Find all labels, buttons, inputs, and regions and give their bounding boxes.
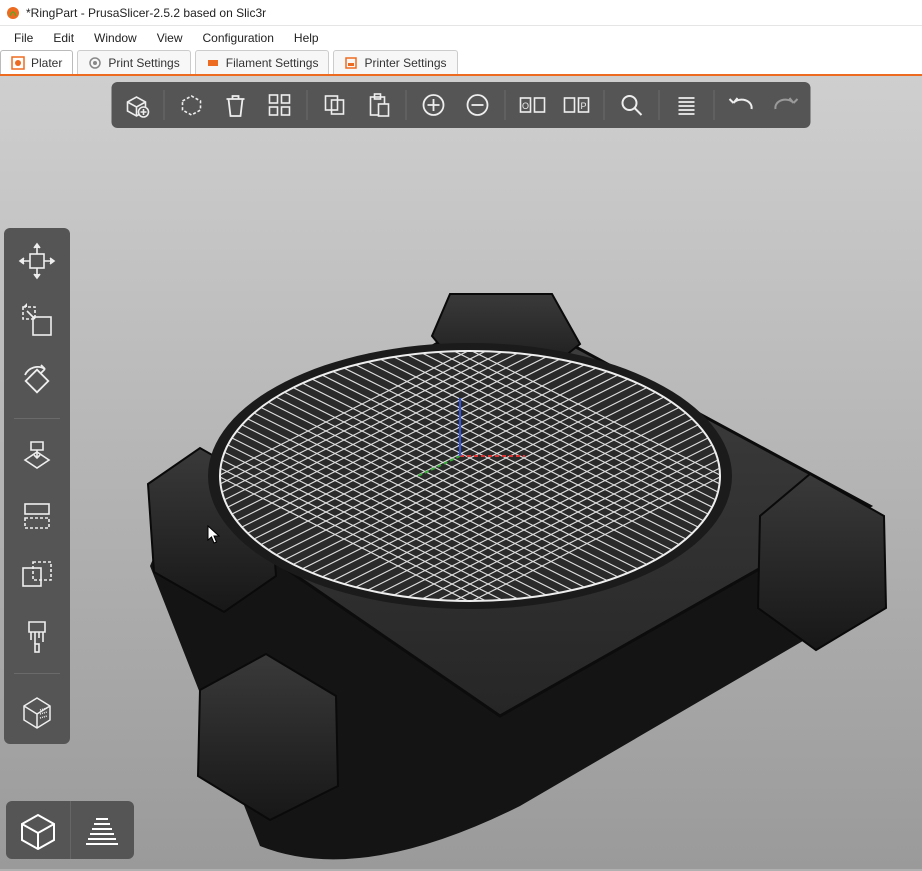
- menu-edit[interactable]: Edit: [43, 29, 84, 47]
- separator: [164, 90, 165, 120]
- menubar: File Edit Window View Configuration Help: [0, 26, 922, 50]
- tab-printer-settings-label: Printer Settings: [364, 56, 446, 70]
- titlebar: *RingPart - PrusaSlicer-2.5.2 based on S…: [0, 0, 922, 26]
- scale-tool[interactable]: [12, 296, 62, 346]
- app-icon: [6, 6, 20, 20]
- tab-printer-settings[interactable]: Printer Settings: [333, 50, 457, 74]
- editor-view-button[interactable]: [6, 801, 71, 859]
- layers-button[interactable]: [668, 86, 706, 124]
- tab-print-settings[interactable]: Print Settings: [77, 50, 190, 74]
- separator: [505, 90, 506, 120]
- paste-button[interactable]: [360, 86, 398, 124]
- separator: [14, 418, 60, 419]
- split-objects-button[interactable]: O: [514, 86, 552, 124]
- instance-add-button[interactable]: [415, 86, 453, 124]
- menu-help[interactable]: Help: [284, 29, 329, 47]
- menu-window[interactable]: Window: [84, 29, 147, 47]
- tab-plater[interactable]: Plater: [0, 50, 73, 74]
- separator: [307, 90, 308, 120]
- view-mode-toggle: [6, 801, 134, 859]
- svg-text:O: O: [522, 101, 529, 111]
- tabbar: Plater Print Settings Filament Settings …: [0, 50, 922, 76]
- paint-tool[interactable]: [12, 611, 62, 661]
- menu-view[interactable]: View: [147, 29, 193, 47]
- separator: [406, 90, 407, 120]
- instance-remove-button[interactable]: [459, 86, 497, 124]
- tab-filament-settings[interactable]: Filament Settings: [195, 50, 330, 74]
- place-on-face-tool[interactable]: [12, 431, 62, 481]
- menu-file[interactable]: File: [4, 29, 43, 47]
- arrange-button[interactable]: [261, 86, 299, 124]
- rotate-tool[interactable]: [12, 356, 62, 406]
- separator: [14, 673, 60, 674]
- plater-icon: [11, 56, 25, 70]
- add-button[interactable]: [118, 86, 156, 124]
- window-title: *RingPart - PrusaSlicer-2.5.2 based on S…: [26, 6, 266, 20]
- gear-icon: [88, 56, 102, 70]
- filament-icon: [206, 56, 220, 70]
- svg-text:P: P: [580, 101, 586, 111]
- move-tool[interactable]: [12, 236, 62, 286]
- split-parts-button[interactable]: P: [558, 86, 596, 124]
- hollow-tool[interactable]: [12, 551, 62, 601]
- left-toolbar: [4, 228, 70, 744]
- top-toolbar: O P: [112, 82, 811, 128]
- redo-button[interactable]: [767, 86, 805, 124]
- viewport-3d[interactable]: O P: [0, 76, 922, 869]
- cut-tool[interactable]: [12, 491, 62, 541]
- variable-layer-tool[interactable]: [12, 686, 62, 736]
- tab-filament-settings-label: Filament Settings: [226, 56, 319, 70]
- delete-all-button[interactable]: [217, 86, 255, 124]
- tab-plater-label: Plater: [31, 56, 62, 70]
- menu-configuration[interactable]: Configuration: [193, 29, 284, 47]
- undo-button[interactable]: [723, 86, 761, 124]
- separator: [714, 90, 715, 120]
- build-plate-scene: [0, 76, 922, 869]
- printer-icon: [344, 56, 358, 70]
- separator: [604, 90, 605, 120]
- cursor-icon: [207, 525, 221, 545]
- search-button[interactable]: [613, 86, 651, 124]
- preview-view-button[interactable]: [71, 801, 135, 859]
- tab-print-settings-label: Print Settings: [108, 56, 179, 70]
- separator: [659, 90, 660, 120]
- delete-button[interactable]: [173, 86, 211, 124]
- copy-button[interactable]: [316, 86, 354, 124]
